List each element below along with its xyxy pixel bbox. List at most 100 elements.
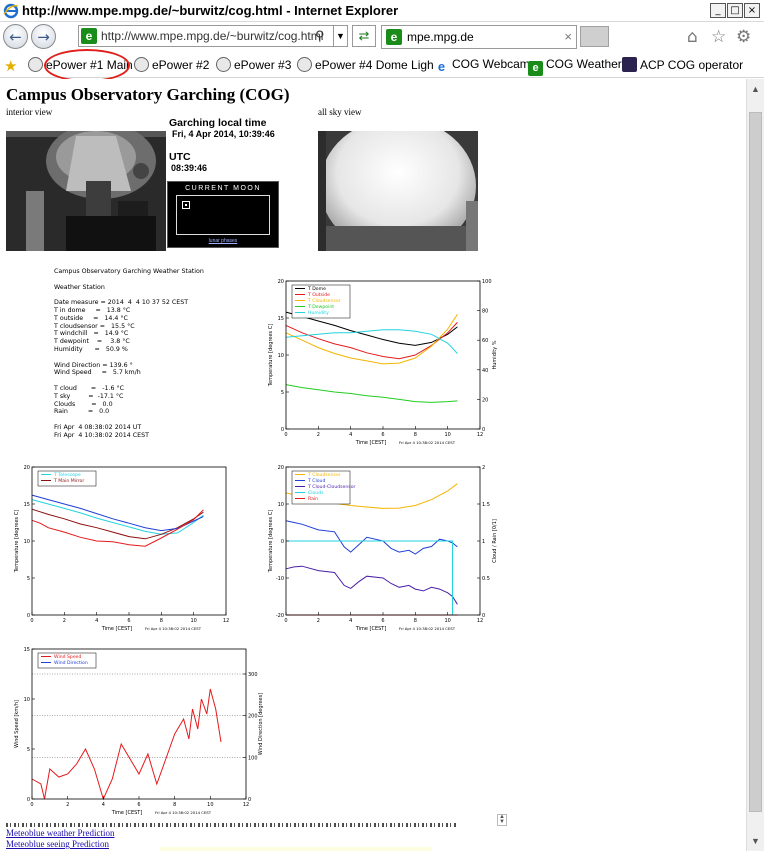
wind-plot: 0 2 4 6 8 10 120510150100200300Time [CEST] Fri … — [14, 647, 264, 816]
address-dropdown-button[interactable]: ▼ — [333, 26, 347, 46]
ie-icon: e — [434, 59, 449, 74]
timestamp-label: Fri Apr 4 10:38:02 2014 CEST — [399, 626, 456, 631]
new-tab-button[interactable] — [580, 26, 609, 47]
y2-tick-label: 0 — [482, 613, 485, 619]
minimize-button[interactable]: _ — [710, 3, 726, 18]
back-button[interactable]: ← — [3, 24, 28, 49]
garbled-text-row — [6, 823, 458, 827]
meteoblue-weather-link[interactable]: Meteoblue weather Prediction — [6, 828, 114, 838]
y-tick-label: 10 — [278, 502, 284, 508]
weather-line: T windchill = 14.9 °C — [54, 330, 129, 338]
moon-title: CURRENT MOON — [185, 185, 261, 192]
y2-tick-label: 60 — [482, 338, 488, 344]
weather-line — [54, 416, 204, 424]
y2-tick-label: 1.5 — [482, 502, 490, 508]
weather-line: Fri Apr 4 10:38:02 2014 CEST — [54, 431, 149, 439]
tab-favicon-icon: e — [386, 29, 402, 45]
legend-entry: T Outside — [307, 292, 330, 298]
resize-handle[interactable]: ▲ ▼ — [497, 814, 507, 826]
forward-button[interactable]: → — [31, 24, 56, 49]
legend-entry: Clouds — [308, 490, 324, 496]
y-tick-label: 10 — [24, 697, 30, 703]
scroll-thumb[interactable] — [749, 112, 762, 812]
browser-tab[interactable]: e mpe.mpg.de × — [381, 25, 577, 49]
allsky-image[interactable] — [318, 131, 478, 251]
favorites-add-icon[interactable]: ★ — [4, 57, 17, 75]
y-tick-label: 0 — [27, 797, 30, 803]
gear-icon[interactable]: ⚙ — [736, 27, 751, 47]
tab-close-icon[interactable]: × — [564, 29, 572, 44]
y-tick-label: 0 — [281, 427, 284, 433]
x-tick-label: 0 — [30, 802, 33, 808]
home-icon[interactable]: ⌂ — [687, 27, 698, 47]
lunar-phases-link[interactable]: lunar phases — [168, 238, 278, 244]
search-icon[interactable]: ⚲ — [315, 28, 325, 44]
favorite-epower-4[interactable]: ePower #4 Dome Light — [297, 57, 437, 72]
info-bar — [160, 847, 432, 851]
weather-line: Date measure = 2014 4 4 10 37 52 CEST — [54, 299, 189, 307]
scroll-up-icon[interactable]: ▲ — [747, 81, 764, 97]
series-line-t-cloud-cloudsensor — [285, 565, 458, 605]
weather-line — [54, 377, 204, 385]
y2-tick-label: 200 — [248, 714, 258, 720]
timestamp-label: Fri Apr 4 10:38:02 2014 CEST — [155, 810, 212, 815]
favorite-cog-webcam[interactable]: e COG Webcam — [434, 57, 530, 74]
y-tick-label: 20 — [278, 465, 284, 471]
y-axis-label: Temperature [degrees C] — [268, 510, 274, 573]
maximize-button[interactable]: □ — [727, 3, 743, 18]
y2-axis-label: Wind Direction [degrees] — [258, 693, 264, 755]
legend-entry: T Main Mirror — [53, 478, 84, 484]
moon-panel[interactable]: CURRENT MOON lunar phases — [167, 181, 279, 248]
weather-line — [54, 291, 204, 299]
meteoblue-seeing-link[interactable]: Meteoblue seeing Prediction — [6, 839, 109, 849]
utc-value: 08:39:46 — [171, 163, 208, 173]
y2-tick-label: 40 — [482, 368, 488, 374]
weather-line: T dewpoint = 3.8 °C — [54, 338, 130, 346]
telescope-mirror-plot: 0 2 4 6 8 10 12 0 5 10 15 20 Time [CEST] Fri Apr 4 10… — [14, 465, 229, 632]
y2-tick-label: 0 — [482, 427, 485, 433]
address-input[interactable]: http://www.mpe.mpg.de/~burwitz/cog.html — [101, 29, 323, 43]
weather-line: Humidity = 50.9 % — [54, 345, 128, 353]
x-tick-label: 8 — [173, 802, 176, 808]
y-axis-label: Temperature [degrees C] — [268, 324, 274, 387]
forward-arrow-icon: → — [37, 28, 50, 46]
legend-entry: Humidity — [308, 310, 329, 316]
series-line-t-dewpoint — [285, 384, 458, 403]
legend-entry: T Cloudsensor — [307, 298, 341, 304]
favorite-epower-2[interactable]: ePower #2 — [134, 57, 209, 72]
y2-tick-label: 300 — [248, 672, 258, 678]
close-button[interactable]: × — [744, 3, 760, 18]
plot-frame — [31, 466, 227, 616]
moon-icon — [182, 201, 190, 209]
y-tick-label: 10 — [278, 353, 284, 359]
x-tick-label: 4 — [349, 618, 352, 624]
legend-entry: Wind Speed — [54, 654, 81, 660]
x-tick-label: 6 — [127, 618, 130, 624]
interior-webcam-image[interactable] — [6, 131, 166, 251]
scroll-down-icon[interactable]: ▼ — [747, 833, 764, 849]
y-tick-label: 5 — [281, 390, 284, 396]
y-tick-label: 5 — [27, 576, 30, 582]
series-line-t-cloudsensor — [285, 314, 458, 365]
address-bar[interactable]: e http://www.mpe.mpg.de/~burwitz/cog.htm… — [78, 25, 348, 47]
favorite-acp-operator[interactable]: ACP COG operator — [622, 57, 743, 72]
weather-line: T sky = -17.1 °C — [54, 392, 124, 400]
favorite-epower-3[interactable]: ePower #3 — [216, 57, 291, 72]
x-tick-label: 4 — [95, 618, 98, 624]
x-tick-label: 0 — [284, 432, 287, 438]
plot-frame — [31, 648, 247, 800]
favorites-star-icon[interactable]: ☆ — [711, 27, 726, 47]
favorite-cog-weather[interactable]: e COG Weather — [528, 57, 622, 76]
y-tick-label: 0 — [27, 613, 30, 619]
x-tick-label: 0 — [30, 618, 33, 624]
weather-line: Wind Speed = 5.7 km/h — [54, 369, 141, 377]
vertical-scrollbar[interactable]: ▲ ▼ — [746, 79, 764, 851]
refresh-button[interactable]: ⇄ — [352, 25, 376, 47]
legend-entry: T Cloud — [307, 478, 325, 484]
acp-icon — [622, 57, 637, 72]
x-tick-label: 6 — [381, 618, 384, 624]
back-arrow-icon: ← — [9, 28, 22, 46]
plug-icon — [216, 57, 231, 72]
utc-heading: UTC — [169, 151, 191, 163]
x-axis-label: Time [CEST] — [111, 810, 143, 816]
